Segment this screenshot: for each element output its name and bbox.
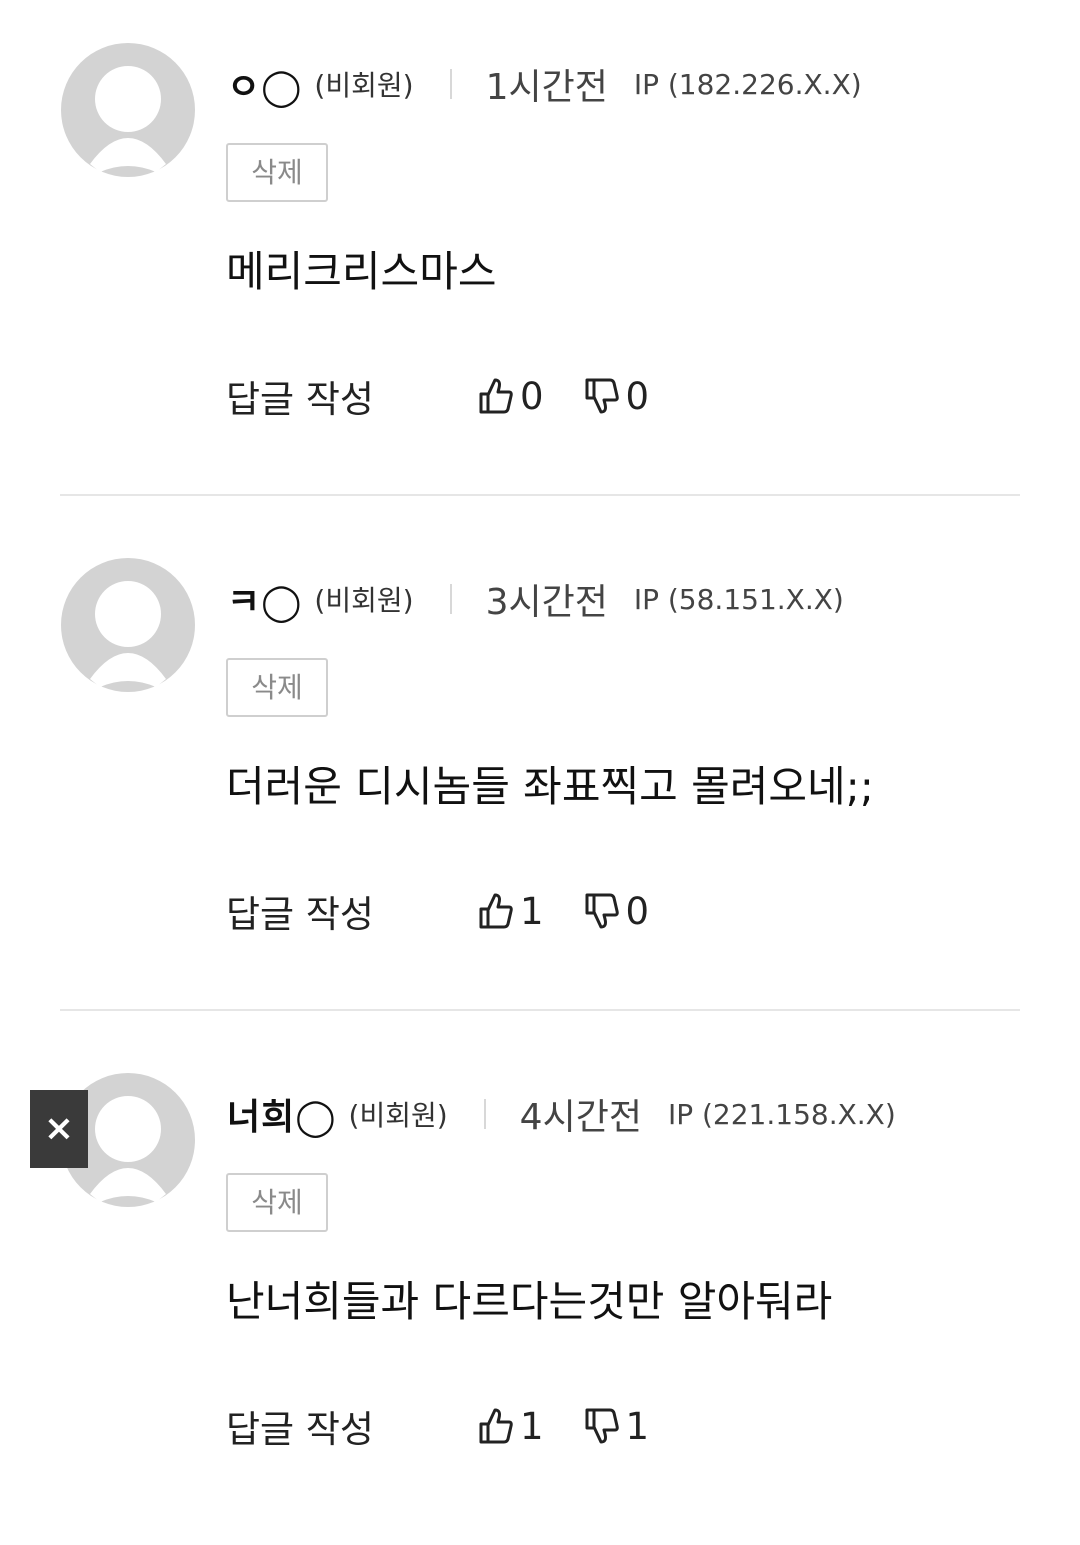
dislike-count: 1: [625, 1404, 650, 1448]
thumbs-down-icon: [585, 893, 619, 929]
author-name: 너희◯: [227, 1097, 337, 1138]
comment-item: ㅋ◯ (비회원) 3시간전 IP (58.151.X.X) 삭제 더러운 디시놈…: [0, 515, 1080, 1030]
dislike-count: 0: [625, 374, 650, 418]
time-ago: 1시간전: [485, 67, 608, 108]
meta-separator: [449, 584, 452, 614]
comment-divider: [60, 1009, 1020, 1011]
like-button[interactable]: 1: [478, 1405, 544, 1448]
author-line: ㅋ◯ (비회원) 3시간전 IP (58.151.X.X): [227, 571, 844, 627]
comment-text: 난너희들과 다르다는것만 알아둬라: [226, 1277, 833, 1326]
dislike-count: 0: [625, 889, 650, 933]
author-name: ㅇ◯: [227, 67, 303, 108]
delete-button[interactable]: 삭제: [226, 143, 328, 202]
time-ago: 3시간전: [485, 582, 608, 623]
like-count: 0: [520, 374, 544, 418]
ip-address: IP (221.158.X.X): [667, 1097, 896, 1131]
default-user-icon: [61, 558, 195, 692]
comment-item: ㅇ◯ (비회원) 1시간전 IP (182.226.X.X) 삭제 메리크리스마…: [0, 0, 1080, 515]
thumbs-down-icon: [585, 1408, 619, 1444]
comment-actions: 답글 작성 1 0: [226, 883, 649, 939]
default-user-icon: [61, 43, 195, 177]
thumbs-down-icon: [585, 378, 619, 414]
avatar: [60, 42, 196, 178]
comment-divider: [60, 494, 1020, 496]
comment-actions: 답글 작성 0 0: [226, 368, 649, 424]
avatar: [60, 557, 196, 693]
dislike-button[interactable]: 1: [584, 1404, 650, 1448]
delete-button[interactable]: 삭제: [226, 658, 328, 717]
ip-address: IP (182.226.X.X): [633, 67, 862, 101]
dislike-button[interactable]: 0: [584, 889, 650, 933]
author-line: ㅇ◯ (비회원) 1시간전 IP (182.226.X.X): [227, 56, 862, 112]
time-ago: 4시간전: [519, 1097, 642, 1138]
ip-address: IP (58.151.X.X): [633, 582, 844, 616]
like-button[interactable]: 1: [478, 890, 544, 933]
like-count: 1: [520, 889, 544, 933]
close-icon[interactable]: ×: [30, 1090, 88, 1168]
comment-item: 너희◯ (비회원) 4시간전 IP (221.158.X.X) 삭제 난너희들과…: [0, 1030, 1080, 1545]
thumbs-up-icon: [479, 1408, 513, 1444]
comment-list: ㅇ◯ (비회원) 1시간전 IP (182.226.X.X) 삭제 메리크리스마…: [0, 0, 1080, 1488]
comment-text: 메리크리스마스: [226, 247, 497, 296]
reply-button[interactable]: 답글 작성: [226, 884, 478, 938]
reply-button[interactable]: 답글 작성: [226, 369, 478, 423]
comment-text: 더러운 디시놈들 좌표찍고 몰려오네;;: [226, 762, 874, 811]
thumbs-up-icon: [479, 893, 513, 929]
author-name: ㅋ◯: [227, 582, 303, 623]
comment-actions: 답글 작성 1 1: [226, 1398, 649, 1454]
like-button[interactable]: 0: [478, 375, 544, 418]
member-status: (비회원): [348, 1099, 448, 1132]
meta-separator: [483, 1099, 486, 1129]
member-status: (비회원): [314, 69, 414, 102]
reply-button[interactable]: 답글 작성: [226, 1399, 478, 1453]
delete-button[interactable]: 삭제: [226, 1173, 328, 1232]
like-count: 1: [520, 1404, 544, 1448]
meta-separator: [449, 69, 452, 99]
dislike-button[interactable]: 0: [584, 374, 650, 418]
author-line: 너희◯ (비회원) 4시간전 IP (221.158.X.X): [227, 1086, 896, 1142]
thumbs-up-icon: [479, 378, 513, 414]
member-status: (비회원): [314, 584, 414, 617]
